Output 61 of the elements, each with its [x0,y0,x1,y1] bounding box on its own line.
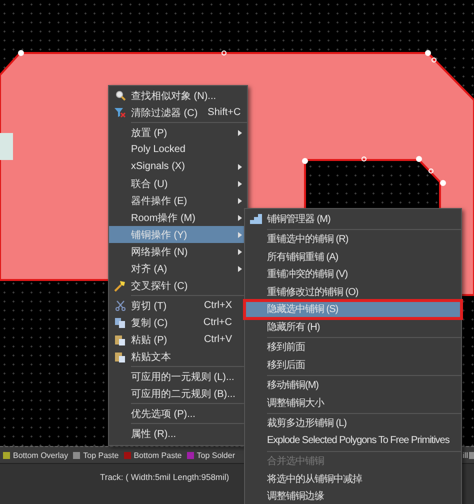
menu-item[interactable]: 移动铺铜(M) [245,376,461,394]
submenu-arrow-icon [238,198,242,204]
layer-name: Top Paste [83,450,119,460]
submenu-arrow-icon [238,214,242,220]
paste-icon [114,350,126,362]
menu-item[interactable]: 放置 (P) [109,124,247,141]
menu-item[interactable]: 查找相似对象 (N)... [109,87,247,104]
layer-name: Bottom Overlay [13,450,68,460]
menu-item[interactable]: 裁剪多边形铺铜 (L) [245,414,461,432]
menu-item[interactable]: 粘贴文本 [109,348,247,365]
menu-item[interactable]: 粘贴 (P) Ctrl+V [109,331,247,348]
submenu-arrow-icon [238,130,242,136]
layer-tab[interactable]: Top Paste [73,450,119,460]
menu-item[interactable]: 对齐 (A) [109,260,247,277]
copy-icon [114,316,126,328]
component-pad [0,133,13,160]
menu-item[interactable]: 所有铺铜重铺 (A) [245,248,461,266]
menu-item[interactable]: Explode Selected Polygons To Free Primitives [245,432,461,450]
menu-item[interactable]: 交叉探针 (C) [109,277,247,294]
probe-icon [114,280,126,292]
menu-item[interactable]: 重铺选中的铺铜 (R) [245,230,461,248]
scissors-icon [114,300,126,311]
polygon-manager-icon [250,214,262,224]
menu-item[interactable]: 可应用的一元规则 (L)... [109,368,247,385]
menu-item[interactable]: 重铺修改过的铺铜 (O) [245,283,461,300]
clear-filter-icon [114,107,126,118]
layer-tab[interactable]: Top Solder [186,450,235,460]
menu-item[interactable]: 清除过滤器 (C) Shift+C [109,104,247,121]
menu-item[interactable]: 重铺冲突的铺铜 (V) [245,266,461,283]
submenu-arrow-icon [238,248,242,254]
menu-item[interactable]: 属性 (R)... [109,425,247,442]
menu-item[interactable]: 联合 (U) [109,175,247,192]
menu-item[interactable]: 将选中的从铺铜中减掉 [245,470,461,488]
menu-item[interactable]: 移到前面 [245,338,461,356]
menu-item[interactable]: 可应用的二元规则 (B)... [109,385,247,402]
menu-item[interactable]: xSignals (X) [109,158,247,175]
layer-tab[interactable]: ill [462,450,474,460]
layer-name: Top Solder [196,450,235,460]
submenu-arrow-icon [238,266,242,272]
menu-item[interactable]: Poly Locked [109,141,247,158]
menu-item[interactable]: 剪切 (T) Ctrl+X [109,297,247,314]
menu-item[interactable]: 网络操作 (N) [109,243,247,260]
menu-item[interactable]: 调整铺铜大小 [245,394,461,412]
submenu-arrow-icon [238,232,242,238]
menu-item[interactable]: 优先选项 (P)... [109,405,247,422]
layer-name: Bottom Paste [134,450,182,460]
layer-tab[interactable]: Bottom Paste [124,450,182,460]
status-text: Track: ( Width:5mil Length:958mil) [100,472,230,482]
paste-icon [114,334,126,346]
menu-item[interactable]: 调整铺铜边缘 [245,488,461,504]
menu-item[interactable]: Room操作 (M) [109,209,247,226]
layer-name: ill [462,450,468,460]
menu-item[interactable]: 器件操作 (E) [109,192,247,209]
layer-tab[interactable]: Bottom Overlay [3,450,68,460]
submenu-arrow-icon [238,164,242,170]
menu-item[interactable]: 铺铜管理器 (M) [245,210,461,228]
submenu-arrow-icon [238,180,242,186]
menu-item[interactable]: 复制 (C) Ctrl+C [109,314,247,331]
menu-item[interactable]: 移到后面 [245,356,461,374]
menu-item[interactable]: 隐藏所有 (H) [245,318,461,336]
search-icon [114,90,126,101]
